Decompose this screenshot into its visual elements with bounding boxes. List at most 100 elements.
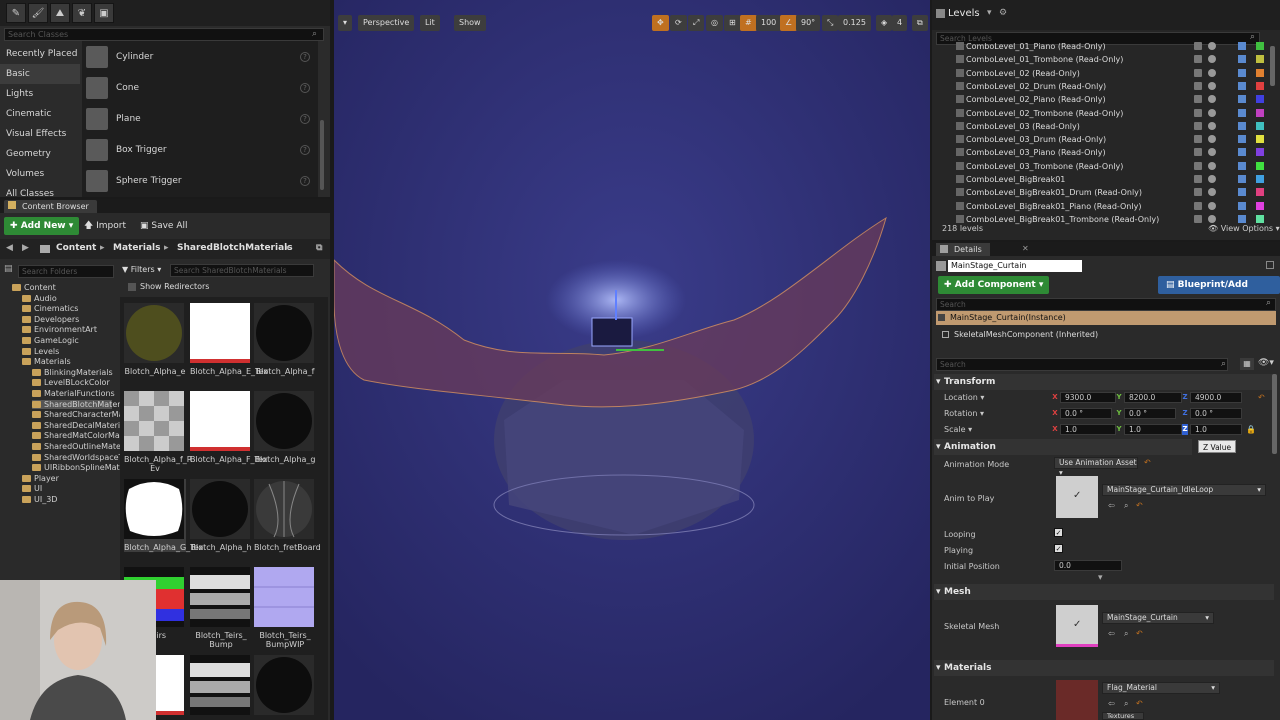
- lock-icon[interactable]: [1194, 81, 1202, 90]
- level-color-swatch[interactable]: [1256, 121, 1264, 130]
- save-level-icon[interactable]: [1238, 175, 1246, 183]
- folder-item[interactable]: GameLogic: [22, 336, 79, 345]
- folder-item[interactable]: LevelBLockColor: [32, 378, 110, 387]
- folder-item[interactable]: SharedMatColorMat: [32, 431, 123, 440]
- place-mode-icon[interactable]: ✎: [6, 3, 26, 23]
- level-viewport[interactable]: ▾ Perspective Lit Show ✥ ⟳ ⤢ ◎ ⊞ # 100 ∠…: [334, 0, 930, 720]
- levels-title[interactable]: Levels: [948, 8, 980, 19]
- folder-item[interactable]: SharedWorldspaceT: [32, 453, 123, 462]
- reset-material-icon[interactable]: ↶: [1136, 699, 1143, 708]
- folder-item[interactable]: SharedDecalMateria: [32, 421, 125, 430]
- reset-mesh-icon[interactable]: ↶: [1136, 629, 1143, 638]
- save-level-icon[interactable]: [1238, 42, 1246, 50]
- help-icon[interactable]: ?: [300, 113, 310, 124]
- level-color-swatch[interactable]: [1256, 148, 1264, 157]
- lock-icon[interactable]: [1194, 135, 1202, 144]
- save-level-icon[interactable]: [1238, 55, 1246, 64]
- folder-item[interactable]: SharedOutlineMater: [32, 442, 124, 451]
- lock-icon[interactable]: [1194, 214, 1202, 223]
- asset-tile[interactable]: Blotch_Alpha_h: [190, 479, 252, 552]
- folder-item[interactable]: Cinematics: [22, 304, 78, 313]
- level-row[interactable]: ComboLevel_03_Drum (Read-Only): [932, 133, 1272, 146]
- history-icon[interactable]: ⧉: [316, 243, 322, 253]
- back-icon[interactable]: ◀: [6, 243, 13, 253]
- level-row[interactable]: ComboLevel_01_Piano (Read-Only): [932, 40, 1272, 53]
- location-x-field[interactable]: 9300.0: [1060, 392, 1116, 403]
- asset-tile[interactable]: [190, 655, 252, 715]
- perspective-button[interactable]: Perspective: [358, 15, 415, 31]
- rotation-x-field[interactable]: 0.0 °: [1060, 408, 1112, 419]
- asset-tile[interactable]: Blotch_Alpha_g: [254, 391, 316, 464]
- visibility-eye-icon[interactable]: [1208, 68, 1216, 77]
- asset-tile[interactable]: Blotch_Teirs_ Bump: [190, 567, 252, 649]
- paint-mode-icon[interactable]: 🖌: [28, 3, 48, 23]
- visibility-eye-icon[interactable]: [1208, 161, 1216, 170]
- folder-item[interactable]: UIRibbonSplineMate: [32, 463, 125, 472]
- level-row[interactable]: ComboLevel_BigBreak01: [932, 173, 1272, 186]
- visibility-eye-icon[interactable]: [1208, 55, 1216, 64]
- chevron-down-icon[interactable]: ▾: [987, 8, 992, 18]
- visibility-eye-icon[interactable]: [1208, 175, 1216, 183]
- folder-item[interactable]: Levels: [22, 347, 59, 356]
- save-level-icon[interactable]: [1238, 148, 1246, 157]
- materials-section[interactable]: ▾ Materials: [934, 660, 1274, 676]
- transform-section[interactable]: ▾ Transform: [934, 374, 1274, 390]
- find-in-browser-icon[interactable]: ⌕: [1124, 501, 1128, 511]
- save-level-icon[interactable]: [1238, 161, 1246, 170]
- save-all-button[interactable]: ▣ Save All: [136, 217, 192, 235]
- save-level-icon[interactable]: [1238, 201, 1246, 210]
- breadcrumb-item-sharedblotchmaterials[interactable]: SharedBlotchMaterials: [177, 243, 293, 253]
- location-z-field[interactable]: 4900.0: [1190, 392, 1242, 403]
- visibility-eye-icon[interactable]: [1208, 188, 1216, 197]
- lock-icon[interactable]: [1194, 121, 1202, 130]
- class-item-cone[interactable]: Cone?: [82, 72, 318, 103]
- category-recently-placed[interactable]: Recently Placed: [0, 44, 80, 64]
- scale-z-field[interactable]: 1.0: [1190, 424, 1242, 435]
- rotate-tool-icon[interactable]: ⟳: [670, 15, 687, 31]
- anim-asset-thumbnail[interactable]: ✓: [1056, 476, 1098, 518]
- levels-scrollbar[interactable]: [1270, 46, 1275, 86]
- add-component-button[interactable]: ✚ Add Component ▾: [938, 276, 1050, 294]
- advanced-expand-icon[interactable]: ▾: [1098, 573, 1103, 583]
- sources-toggle-icon[interactable]: ▤: [4, 264, 13, 274]
- show-redirectors-toggle[interactable]: Show Redirectors: [122, 279, 318, 295]
- folder-item[interactable]: Materials: [22, 357, 71, 366]
- scale-lock-icon[interactable]: 🔒: [1246, 425, 1256, 434]
- find-in-browser-icon[interactable]: ⌕: [1124, 629, 1128, 639]
- mesh-section[interactable]: ▾ Mesh: [934, 584, 1274, 600]
- level-color-swatch[interactable]: [1256, 108, 1264, 117]
- lock-icon[interactable]: [1194, 68, 1202, 77]
- level-row[interactable]: ComboLevel_03_Piano (Read-Only): [932, 146, 1272, 159]
- level-row[interactable]: ComboLevel_01_Trombone (Read-Only): [932, 53, 1272, 66]
- level-row[interactable]: ComboLevel_02_Trombone (Read-Only): [932, 107, 1272, 120]
- level-row[interactable]: ComboLevel_03 (Read-Only): [932, 120, 1272, 133]
- maximize-viewport-icon[interactable]: ⧉: [912, 15, 928, 31]
- lock-icon[interactable]: [1194, 55, 1202, 64]
- browse-to-asset-icon[interactable]: ⇦: [1108, 629, 1115, 638]
- material-dropdown[interactable]: Flag_Material ▾: [1102, 682, 1220, 694]
- rotation-snap-icon[interactable]: ∠: [780, 15, 798, 31]
- save-level-icon[interactable]: [1238, 121, 1246, 130]
- breadcrumb-item-content[interactable]: Content: [56, 243, 96, 253]
- level-color-swatch[interactable]: [1256, 42, 1264, 50]
- viewport-scene[interactable]: [334, 0, 930, 720]
- folder-item[interactable]: Content: [12, 283, 56, 292]
- skeletal-mesh-dropdown[interactable]: MainStage_Curtain ▾: [1102, 612, 1214, 624]
- surface-snap-icon[interactable]: ⊞: [724, 15, 741, 31]
- camera-speed-icon[interactable]: ◈: [876, 15, 893, 31]
- level-row[interactable]: ComboLevel_02 (Read-Only): [932, 67, 1272, 80]
- folder-item[interactable]: SharedCharacterMat: [32, 410, 127, 419]
- skeletal-mesh-thumbnail[interactable]: ✓: [1056, 605, 1098, 647]
- grid-snap-value[interactable]: 100: [756, 15, 782, 31]
- asset-tile[interactable]: Blotch_fretBoard: [254, 479, 321, 552]
- level-color-swatch[interactable]: [1256, 188, 1264, 197]
- initial-position-field[interactable]: 0.0: [1054, 560, 1122, 571]
- level-color-swatch[interactable]: [1256, 135, 1264, 144]
- property-matrix-icon[interactable]: ▦: [1240, 358, 1254, 370]
- level-color-swatch[interactable]: [1256, 95, 1264, 104]
- class-item-sphere-trigger[interactable]: Sphere Trigger?: [82, 165, 318, 196]
- folder-item[interactable]: EnvironmentArt: [22, 325, 97, 334]
- level-color-swatch[interactable]: [1256, 68, 1264, 77]
- visibility-eye-icon[interactable]: [1208, 214, 1216, 223]
- category-basic[interactable]: Basic: [0, 64, 80, 84]
